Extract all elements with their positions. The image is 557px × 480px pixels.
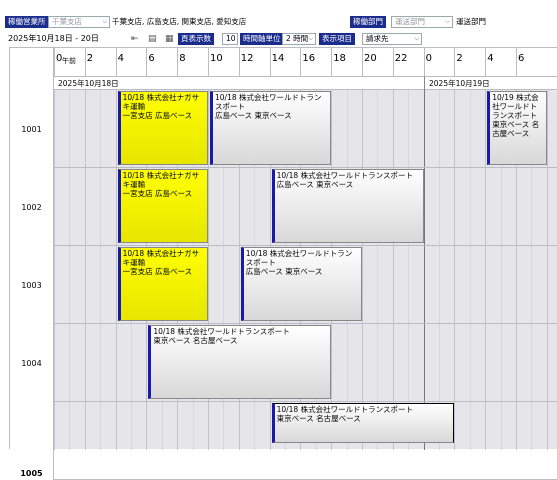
hour-tick — [146, 48, 148, 76]
day1-label: 2025年10月18日 — [58, 79, 119, 88]
schedule-event[interactable]: 10/18 株式会社ナガサキ運輸 一宮支店 広島ベース — [117, 247, 208, 321]
dept-label: 稼働部門 — [350, 16, 386, 28]
chevron-down-icon: ⌵ — [414, 35, 419, 42]
hour-tick — [454, 48, 456, 76]
hour-tick — [84, 48, 86, 76]
time-unit-label: 時間軸単位 — [240, 33, 284, 45]
hour-tick — [300, 48, 302, 76]
row-label[interactable]: 1002 — [10, 168, 54, 246]
time-unit-select[interactable]: 2 時間 ⌵ — [282, 33, 316, 45]
schedule-event[interactable]: 10/18 株式会社ワールドトランスポート 東京ベース 名古屋ベース — [271, 403, 455, 443]
hour-label: 22 — [394, 53, 408, 64]
office-select-value: 千葉支店 — [52, 17, 82, 26]
next-calendar-icon[interactable]: ▦ — [165, 33, 174, 45]
chevron-down-icon: ⌵ — [445, 18, 450, 25]
hour-tick — [269, 48, 271, 76]
hour-label: 2 — [86, 53, 94, 64]
chevron-down-icon: ⌵ — [102, 18, 107, 25]
display-item-select[interactable]: 請求先 ⌵ — [362, 33, 422, 45]
hour-tick — [362, 48, 363, 76]
hour-tick — [115, 48, 117, 76]
dept-text: 運送部門 — [456, 17, 486, 26]
day2-bar: 2025年10月19日 — [424, 76, 557, 90]
hour-label: 0 — [425, 53, 432, 64]
hour-label: 20 — [364, 53, 377, 64]
hour-label: 2 — [456, 53, 463, 64]
hour-tick — [177, 48, 179, 76]
row-label[interactable]: 1005 — [10, 402, 54, 480]
schedule-event[interactable]: 10/18 株式会社ナガサキ運輸 一宮支店 広島ベース — [117, 169, 208, 243]
display-item-value: 請求先 — [366, 34, 389, 43]
schedule-event[interactable]: 10/18 株式会社ワールドトランスポート 広島ベース 東京ベース — [210, 91, 332, 165]
hour-label: 12 — [240, 53, 254, 64]
hour-label: 4 — [117, 53, 124, 64]
date-range: 2025年10月18日 - 20日 — [8, 34, 99, 43]
prev-icon[interactable]: ⇤ — [131, 33, 139, 45]
display-item-label: 表示項目 — [319, 33, 355, 45]
header-corner — [10, 48, 54, 90]
hour-label: 18 — [333, 53, 346, 64]
display-count-label: 頁表示数 — [178, 33, 214, 45]
schedule-grid: 0 2 4 6 8 10 12 14 16 18 20 22 0 2 4 6 午前 2025年10月18日 2… — [9, 47, 557, 480]
hour-label: 6 — [148, 53, 155, 64]
hour-label: 6 — [518, 53, 525, 64]
hour-label: 8 — [179, 53, 186, 64]
offices-text: 千葉支店, 広島支店, 関東支店, 愛知支店 — [112, 17, 247, 26]
row-label[interactable]: 1001 — [10, 90, 54, 168]
schedule-event[interactable]: 10/18 株式会社ワールドトランスポート 広島ベース 東京ベース — [240, 247, 362, 321]
am-label: 午前 — [62, 57, 76, 65]
schedule-event[interactable]: 10/18 株式会社ワールドトランスポート 広島ベース 東京ベース — [271, 169, 424, 243]
hour-tick — [423, 48, 425, 76]
dept-select[interactable]: 運送部門 ⌵ — [391, 16, 453, 28]
dept-select-value: 運送部門 — [395, 17, 425, 26]
row-label[interactable]: 1004 — [10, 324, 54, 402]
hour-tick — [516, 48, 517, 76]
day1-bar: 2025年10月18日 — [54, 76, 424, 90]
row-label[interactable]: 1003 — [10, 246, 54, 324]
hour-tick — [238, 48, 240, 76]
calendar-icon[interactable]: ▤ — [148, 33, 157, 45]
hour-tick — [208, 48, 209, 76]
time-unit-value: 2 時間 — [286, 34, 309, 43]
schedule-event[interactable]: 10/18 株式会社ワールドトランスポート 東京ベース 名古屋ベース — [148, 325, 332, 399]
display-count-input[interactable]: 10 — [222, 33, 238, 45]
office-label: 稼働営業所 — [5, 16, 49, 28]
schedule-event[interactable]: 10/19 株式会社ワールドトランスポート 東京ベース 名古屋ベース — [487, 91, 547, 165]
hour-tick — [392, 48, 394, 76]
chevron-down-icon: ⌵ — [308, 35, 313, 42]
hour-label: 10 — [210, 53, 223, 64]
hour-tick — [485, 48, 487, 76]
day2-label: 2025年10月19日 — [429, 79, 490, 88]
hour-label: 4 — [487, 53, 494, 64]
hour-label: 14 — [271, 53, 285, 64]
hour-tick — [54, 48, 55, 76]
hour-tick — [331, 48, 333, 76]
schedule-event[interactable]: 10/18 株式会社ナガサキ運輸 一宮支店 広島ベース — [117, 91, 208, 165]
hour-label: 16 — [302, 53, 316, 64]
office-select[interactable]: 千葉支店 ⌵ — [48, 16, 110, 28]
